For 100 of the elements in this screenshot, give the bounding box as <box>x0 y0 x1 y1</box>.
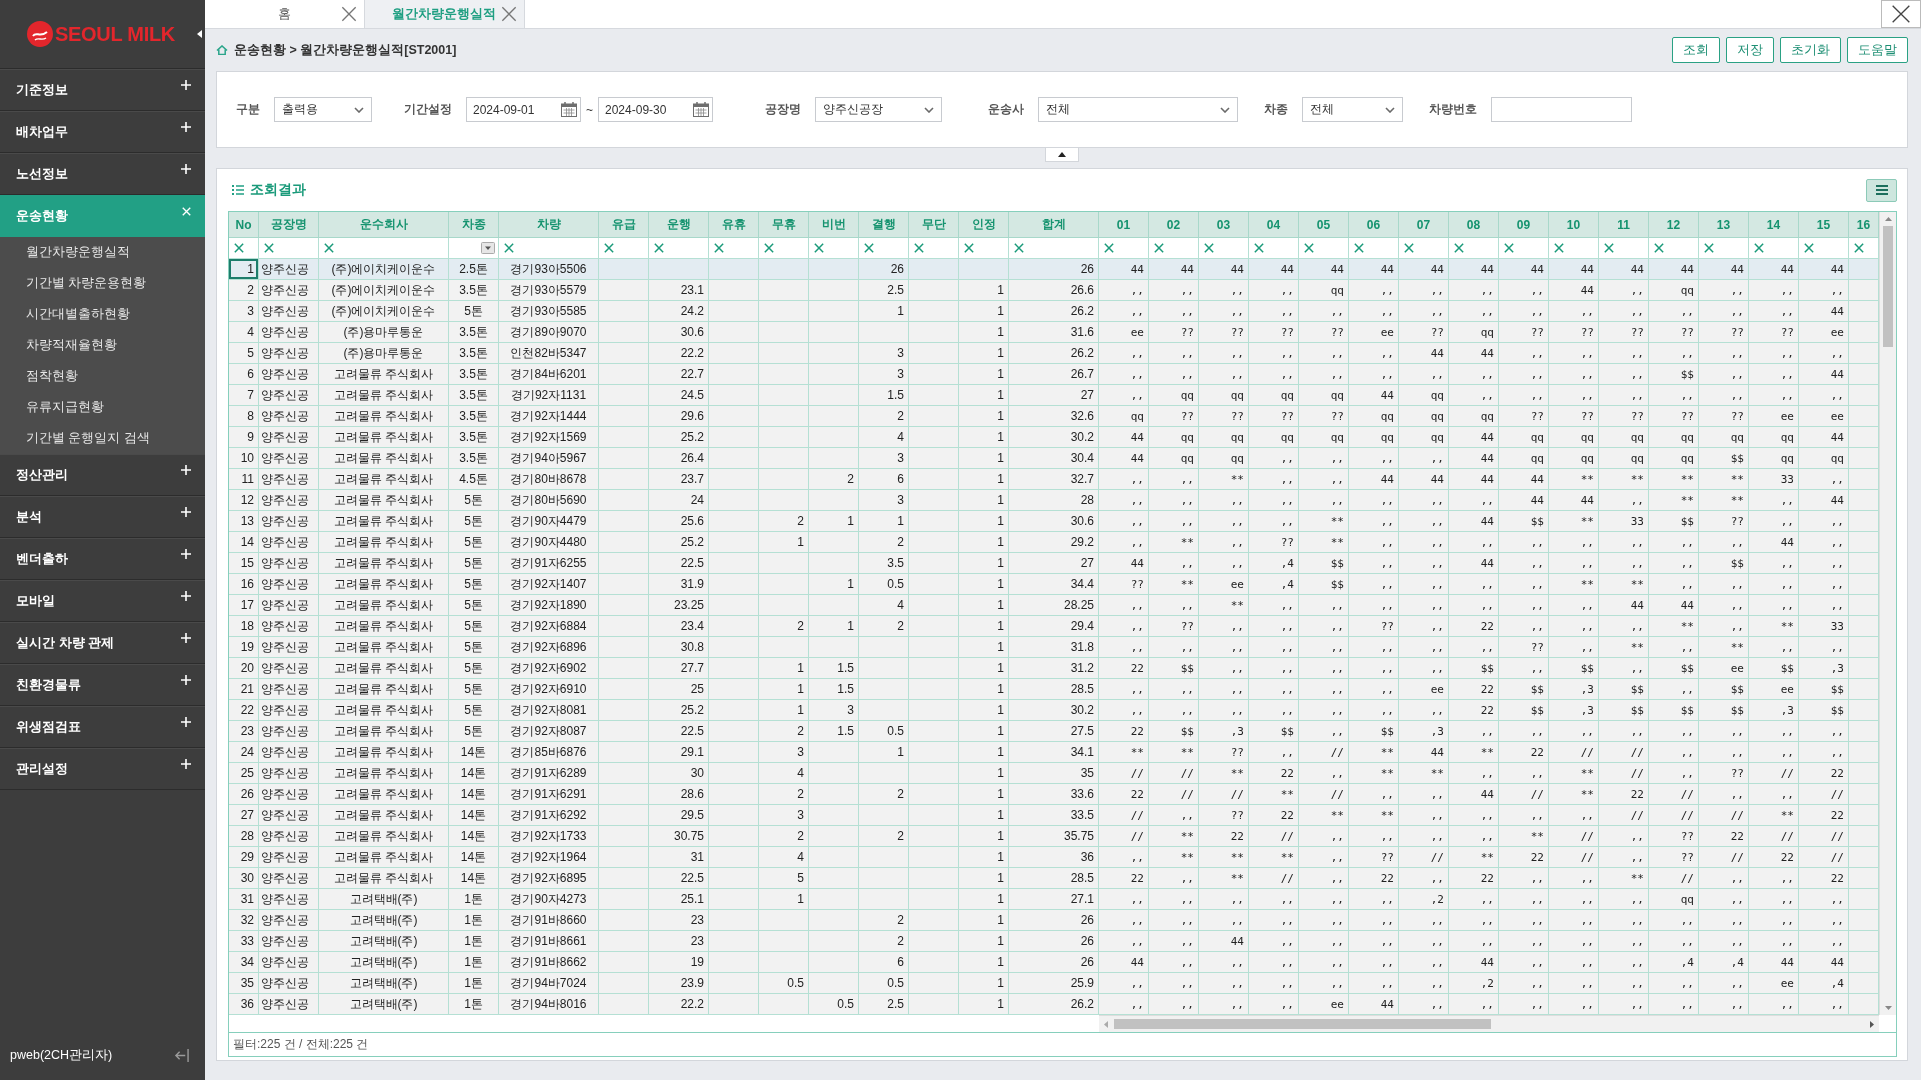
filter-field[interactable] <box>1649 238 1699 259</box>
logout-icon[interactable] <box>174 1047 189 1063</box>
submenu-item[interactable]: 차량적재율현황 <box>0 330 205 361</box>
filter-field[interactable] <box>809 238 859 259</box>
clear-icon[interactable] <box>1504 243 1514 253</box>
filter-field[interactable] <box>599 238 649 259</box>
table-row[interactable]: 25 양주신공 고려물류 주식회사 14톤 경기91자6289 30 4 1 35 // // ** 22 ,, ** ** ,, ,, ** // ,, ?? // 22 <box>229 763 1879 784</box>
clear-icon[interactable] <box>1654 243 1664 253</box>
filter-field[interactable] <box>1799 238 1849 259</box>
filter-field[interactable] <box>1449 238 1499 259</box>
clear-icon[interactable] <box>264 243 274 253</box>
clear-icon[interactable] <box>1454 243 1464 253</box>
clear-icon[interactable] <box>1604 243 1614 253</box>
table-row[interactable]: 24 양주신공 고려물류 주식회사 14톤 경기85바6876 29.1 3 1 1 34.1 ** ** ?? ,, // ** 44 ** 22 // // ,, ,, ,, ,, <box>229 742 1879 763</box>
submenu-item[interactable]: 시간대별출하현황 <box>0 299 205 330</box>
clear-icon[interactable] <box>1554 243 1564 253</box>
table-row[interactable]: 15 양주신공 고려물류 주식회사 5톤 경기91자6255 22.5 3.5 1 27 44 ,, ,, ,4 $$ ,, ,, 44 ,, ,, ,, ,, $$ ,, ,, <box>229 553 1879 574</box>
table-row[interactable]: 21 양주신공 고려물류 주식회사 5톤 경기92자6910 25 1 1.5 1 28.5 ,, ,, ,, ,, ,, ,, ee 22 $$ ,3 $$ ,, $$ ee $$ <box>229 679 1879 700</box>
filter-field[interactable] <box>1299 238 1349 259</box>
table-row[interactable]: 12 양주신공 고려물류 주식회사 5톤 경기80바5690 24 3 1 28 ,, ,, ,, ,, ,, ,, ,, ,, 44 44 ,, ** ** ,, 44 <box>229 490 1879 511</box>
table-row[interactable]: 35 양주신공 고려택배(주) 1톤 경기94바7024 23.9 0.5 0.5 1 25.9 ,, ,, ,, ,, ,, ,, ,, ,2 ,, ,, ,, ,, ,, ee ,4 <box>229 973 1879 994</box>
table-row[interactable]: 6 양주신공 고려물류 주식회사 3.5톤 경기84바6201 22.7 3 1 26.7 ,, ,, ,, ,, ,, ,, ,, ,, ,, ,, ,, $$ ,, ,, 44 <box>229 364 1879 385</box>
dropdown[interactable]: 전체 <box>1302 97 1403 122</box>
menu-item[interactable]: 친환경물류 <box>0 664 205 706</box>
clear-icon[interactable] <box>1254 243 1264 253</box>
table-row[interactable]: 10 양주신공 고려물류 주식회사 3.5톤 경기94아5967 26.4 3 1 30.4 44 qq qq ,, ,, ,, ,, 44 qq qq qq qq $$ qq qq <box>229 448 1879 469</box>
filter-field[interactable] <box>229 238 259 259</box>
table-row[interactable]: 31 양주신공 고려택배(주) 1톤 경기90자4273 25.1 1 1 27.1 ,, ,, ,, ,, ,, ,, ,2 ,, ,, ,, ,, qq ,, ,, ,, <box>229 889 1879 910</box>
calendar-icon[interactable] <box>693 102 709 117</box>
table-row[interactable]: 19 양주신공 고려물류 주식회사 5톤 경기92자6896 30.8 1 31.8 ,, ,, ,, ,, ,, ,, ,, ,, ?? ,, ** ,, ** ,, ,, <box>229 637 1879 658</box>
filter-field[interactable] <box>1009 238 1099 259</box>
table-row[interactable]: 13 양주신공 고려물류 주식회사 5톤 경기90자4479 25.6 2 1 1 1 30.6 ,, ,, ,, ,, ** ,, ,, 44 $$ ** 33 $$ ?? ,, ,, <box>229 511 1879 532</box>
filter-field[interactable] <box>1599 238 1649 259</box>
caret-up-icon[interactable] <box>1884 217 1892 221</box>
date-field[interactable]: 2024-09-01 <box>466 97 581 122</box>
help-button[interactable]: 도움말 <box>1847 37 1908 63</box>
collapse-icon[interactable] <box>197 30 202 38</box>
reset-button[interactable]: 초기화 <box>1780 37 1841 63</box>
filter-field[interactable] <box>959 238 1009 259</box>
dropdown-icon[interactable] <box>481 242 495 254</box>
filter-field[interactable] <box>1699 238 1749 259</box>
filter-field[interactable] <box>859 238 909 259</box>
table-row[interactable]: 22 양주신공 고려물류 주식회사 5톤 경기92자8081 25.2 1 3 1 30.2 ,, ,, ,, ,, ,, ,, ,, 22 $$ ,3 $$ $$ $$ ,3 $$ <box>229 700 1879 721</box>
filter-field[interactable] <box>1349 238 1399 259</box>
clear-icon[interactable] <box>1404 243 1414 253</box>
table-row[interactable]: 18 양주신공 고려물류 주식회사 5톤 경기92자6884 23.4 2 1 2 1 29.4 ,, ?? ,, ,, ,, ?? ,, 22 ,, ,, ,, ** ,, ** 33 <box>229 616 1879 637</box>
close-icon[interactable] <box>341 6 357 22</box>
table-row[interactable]: 28 양주신공 고려물류 주식회사 14톤 경기92자1733 30.75 2 2 1 35.75 // ** 22 // ,, ,, ,, ,, ** // ,, ?? 22 // // <box>229 826 1879 847</box>
dropdown[interactable]: 출력용 <box>274 97 372 122</box>
close-button[interactable] <box>1881 0 1921 28</box>
clear-icon[interactable] <box>234 243 244 253</box>
clear-icon[interactable] <box>814 243 824 253</box>
filter-field[interactable] <box>1099 238 1149 259</box>
submenu-item[interactable]: 기간별 차량운용현황 <box>0 268 205 299</box>
clear-icon[interactable] <box>1304 243 1314 253</box>
filter-field[interactable] <box>1749 238 1799 259</box>
date-field[interactable]: 2024-09-30 <box>598 97 713 122</box>
clear-icon[interactable] <box>1014 243 1024 253</box>
collapse-button[interactable] <box>1045 148 1079 162</box>
clear-icon[interactable] <box>1354 243 1364 253</box>
caret-down-icon[interactable] <box>1884 1006 1892 1010</box>
table-row[interactable]: 33 양주신공 고려택배(주) 1톤 경기91바8661 23 2 1 26 ,, ,, 44 ,, ,, ,, ,, ,, ,, ,, ,, ,, ,, ,, ,, <box>229 931 1879 952</box>
table-row[interactable]: 8 양주신공 고려물류 주식회사 3.5톤 경기92자1444 29.6 2 1 32.6 qq ?? ?? ?? ?? qq qq qq ?? ?? ?? ?? ?? ee ee <box>229 406 1879 427</box>
clear-icon[interactable] <box>1854 243 1864 253</box>
clear-icon[interactable] <box>604 243 614 253</box>
clear-icon[interactable] <box>504 243 514 253</box>
clear-icon[interactable] <box>964 243 974 253</box>
filter-field[interactable] <box>759 238 809 259</box>
table-row[interactable]: 20 양주신공 고려물류 주식회사 5톤 경기92자6902 27.7 1 1.5 1 31.2 22 $$ ,, ,, ,, ,, ,, $$ ,, $$ ,, $$ ee $$ ,3 <box>229 658 1879 679</box>
horizontal-scrollbar[interactable] <box>1099 1015 1879 1032</box>
filter-field[interactable] <box>1149 238 1199 259</box>
dropdown[interactable]: 전체 <box>1038 97 1238 122</box>
vertical-scrollbar[interactable] <box>1879 212 1896 1015</box>
table-row[interactable]: 30 양주신공 고려물류 주식회사 14톤 경기92자6895 22.5 5 1 28.5 22 ,, ** // ,, 22 ,, 22 ,, ,, ** // ,, ,, 22 <box>229 868 1879 889</box>
menu-item[interactable]: 모바일 <box>0 580 205 622</box>
menu-item[interactable]: 관리설정 <box>0 748 205 790</box>
menu-item[interactable]: 벤더출하 <box>0 538 205 580</box>
dropdown[interactable]: 양주신공장 <box>815 97 942 122</box>
filter-field[interactable] <box>449 238 499 259</box>
table-row[interactable]: 34 양주신공 고려택배(주) 1톤 경기91바8662 19 6 1 26 44 ,, ,, ,, ,, ,, ,, 44 ,, ,, ,, ,4 ,4 44 44 <box>229 952 1879 973</box>
clear-icon[interactable] <box>864 243 874 253</box>
menu-item[interactable]: 실시간 차량 관제 <box>0 622 205 664</box>
clear-icon[interactable] <box>1104 243 1114 253</box>
table-row[interactable]: 26 양주신공 고려물류 주식회사 14톤 경기91자6291 28.6 2 2 1 33.6 22 // // ** // ,, ,, 44 // ** 22 // ,, ,, // <box>229 784 1879 805</box>
submenu-item[interactable]: 유류지급현황 <box>0 392 205 423</box>
filter-field[interactable] <box>259 238 319 259</box>
table-row[interactable]: 1 양주신공 (주)에이치케이운수 2.5톤 경기93아5506 26 26 44 44 44 44 44 44 44 44 44 44 44 44 44 44 44 <box>229 259 1879 280</box>
menu-item[interactable]: 기준정보 <box>0 69 205 111</box>
scrollbar-thumb[interactable] <box>1114 1019 1491 1029</box>
caret-right-icon[interactable] <box>1870 1020 1874 1028</box>
clear-icon[interactable] <box>764 243 774 253</box>
filter-field[interactable] <box>1249 238 1299 259</box>
table-row[interactable]: 2 양주신공 (주)에이치케이운수 3.5톤 경기93아5579 23.1 2.5 1 26.6 ,, ,, ,, ,, qq ,, ,, ,, ,, 44 ,, qq ,, ,, ,, <box>229 280 1879 301</box>
filter-field[interactable] <box>319 238 449 259</box>
table-row[interactable]: 14 양주신공 고려물류 주식회사 5톤 경기90자4480 25.2 1 2 1 29.2 ,, ** ,, ?? ** ,, ,, ,, ,, ,, ,, ,, ,, 44 ,, <box>229 532 1879 553</box>
submenu-item[interactable]: 기간별 운행일지 검색 <box>0 423 205 454</box>
menu-item[interactable]: 정산관리 <box>0 454 205 496</box>
clear-icon[interactable] <box>1754 243 1764 253</box>
clear-icon[interactable] <box>714 243 724 253</box>
filter-field[interactable] <box>1199 238 1249 259</box>
